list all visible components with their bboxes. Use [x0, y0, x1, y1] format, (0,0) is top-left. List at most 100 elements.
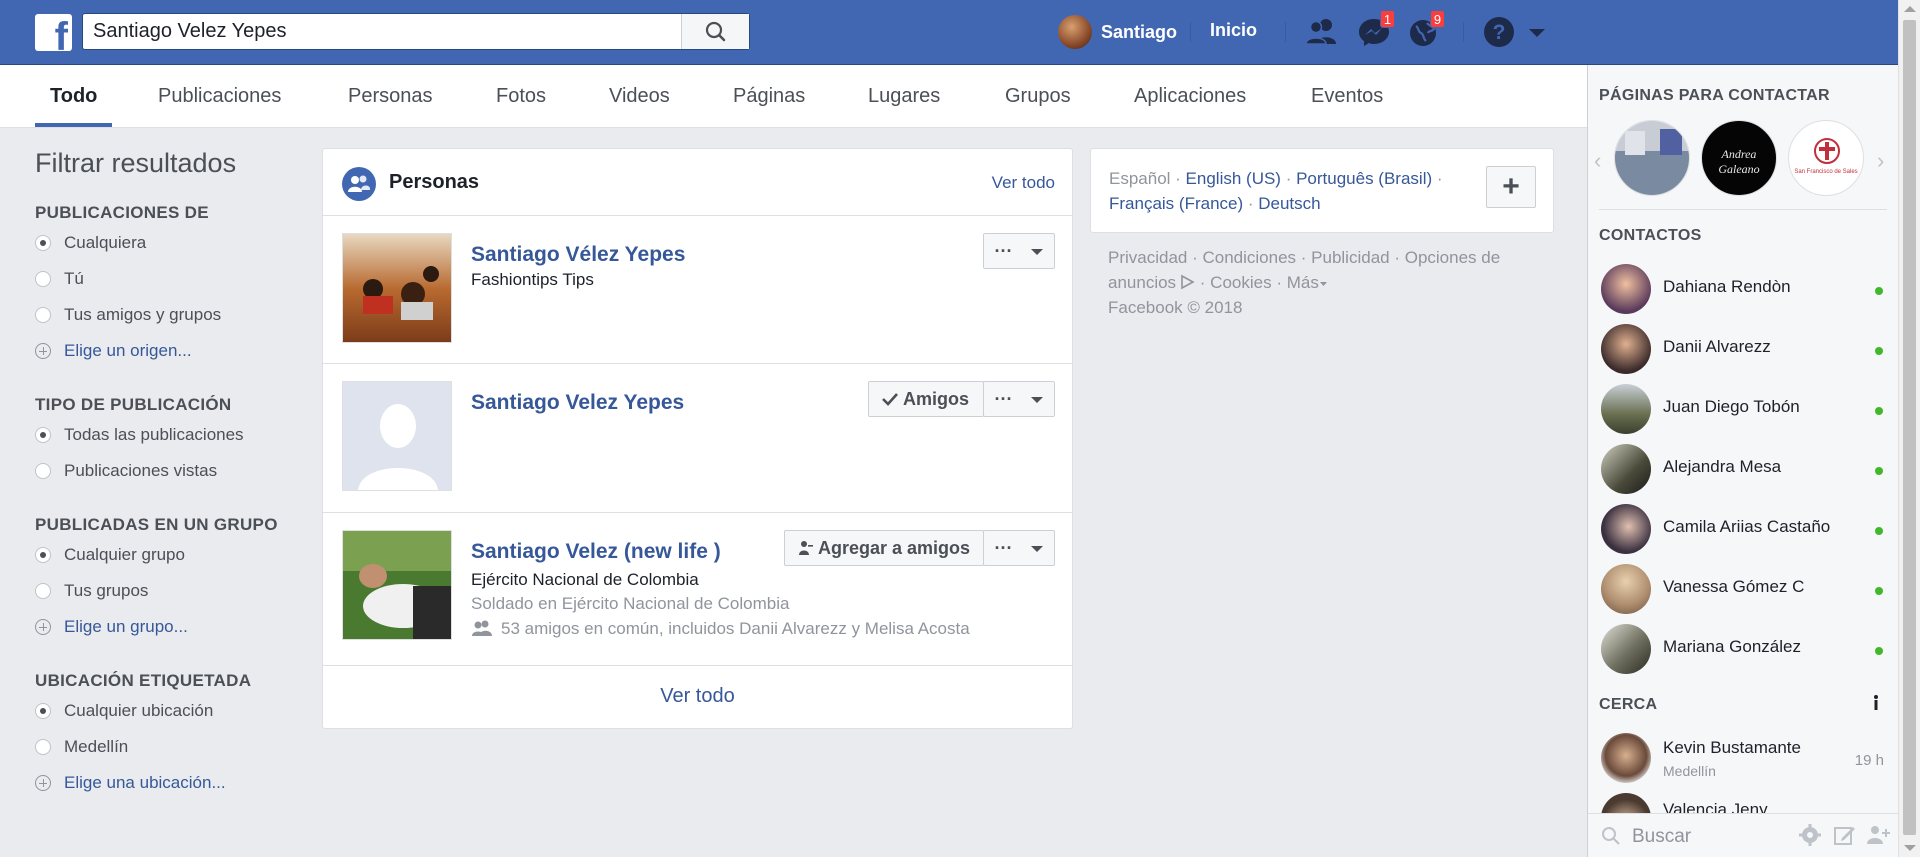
radio-selected[interactable] [35, 703, 51, 719]
contact-item[interactable]: Dahiana Rendòn [1588, 259, 1898, 319]
mutual-friends-text: 53 amigos en común, incluidos Danii Alva… [501, 619, 970, 638]
person-photo[interactable] [342, 530, 452, 640]
contact-name: Mariana González [1663, 637, 1801, 656]
tab-grupos[interactable]: Grupos [990, 65, 1086, 127]
scroll-down-arrow[interactable] [1904, 845, 1916, 851]
filter-option[interactable]: Medellín [35, 729, 305, 765]
filter-option[interactable]: Publicaciones vistas [35, 453, 305, 489]
radio-selected[interactable] [35, 427, 51, 443]
tab-fotos[interactable]: Fotos [481, 65, 561, 127]
scroll-thumb[interactable] [1903, 20, 1916, 835]
info-icon[interactable] [1871, 694, 1881, 712]
page-scrollbar[interactable] [1898, 0, 1920, 857]
friends-button[interactable]: Amigos [868, 381, 984, 417]
user-name: Santiago [1101, 21, 1178, 42]
notifications-globe-icon[interactable]: 9 [1405, 10, 1445, 50]
filter-option[interactable]: Cualquier ubicación [35, 693, 305, 729]
person-photo[interactable] [342, 233, 452, 343]
see-all-link[interactable]: Ver todo [992, 173, 1055, 193]
radio[interactable] [35, 463, 51, 479]
person-name-link[interactable]: Santiago Velez Yepes [471, 391, 684, 415]
radio[interactable] [35, 583, 51, 599]
page-circle[interactable]: Andrea Galeano [1701, 120, 1777, 196]
default-profile-photo[interactable] [342, 381, 452, 491]
person-name-link[interactable]: Santiago Velez (new life ) [471, 540, 721, 564]
new-message-icon[interactable] [1833, 823, 1857, 847]
more-dots-icon: ··· [994, 241, 1013, 261]
footer-link[interactable]: Cookies [1210, 273, 1271, 292]
footer-link[interactable]: Privacidad [1108, 248, 1187, 267]
add-people-icon[interactable] [1866, 823, 1892, 847]
more-options-button[interactable]: ··· [983, 381, 1055, 417]
home-link[interactable]: Inicio [1210, 20, 1257, 41]
copyright: Facebook © 2018 [1108, 298, 1243, 317]
online-status-dot [1875, 647, 1883, 655]
footer-link[interactable]: Condiciones [1202, 248, 1296, 267]
nearby-contact-item[interactable]: Valencia Jeny [1588, 788, 1898, 813]
add-language-button[interactable]: + [1486, 166, 1536, 208]
tab-aplicaciones[interactable]: Aplicaciones [1119, 65, 1261, 127]
search-icon [705, 21, 726, 42]
divider [1599, 209, 1887, 210]
chevron-down-icon [1030, 546, 1043, 552]
chevron-right-icon[interactable]: › [1877, 148, 1884, 174]
nearby-contact-item[interactable]: Kevin Bustamante Medellín 19 h [1588, 728, 1898, 788]
chevron-down-icon [1030, 397, 1043, 403]
page-circle[interactable]: San Francisco de Sales [1788, 120, 1864, 196]
radio[interactable] [35, 271, 51, 287]
language-link[interactable]: English (US) [1186, 169, 1281, 188]
language-link[interactable]: Français (France) [1109, 194, 1243, 213]
contact-item[interactable]: Mariana González [1588, 619, 1898, 679]
person-name-link[interactable]: Santiago Vélez Yepes [471, 243, 685, 267]
person-subtitle: Fashiontips Tips [471, 270, 594, 289]
profile-link[interactable]: Santiago [1058, 14, 1177, 50]
search-button[interactable] [681, 14, 749, 49]
contact-item[interactable]: Alejandra Mesa [1588, 439, 1898, 499]
radio[interactable] [35, 307, 51, 323]
account-menu-chevron-down-icon[interactable] [1525, 14, 1549, 50]
tab-publicaciones[interactable]: Publicaciones [143, 65, 296, 127]
filter-option[interactable]: Todas las publicaciones [35, 417, 305, 453]
filter-option[interactable]: Cualquiera [35, 225, 305, 261]
contact-item[interactable]: Danii Alvarezz [1588, 319, 1898, 379]
filter-option[interactable]: Tus amigos y grupos [35, 297, 305, 333]
choose-group-link[interactable]: Elige un grupo... [35, 609, 305, 645]
friend-requests-icon[interactable] [1303, 14, 1341, 50]
footer-link[interactable]: Publicidad [1311, 248, 1389, 267]
tab-lugares[interactable]: Lugares [853, 65, 955, 127]
page-circle[interactable] [1614, 120, 1690, 196]
add-friend-button[interactable]: Agregar a amigos [784, 530, 984, 566]
last-active-time: 19 h [1854, 752, 1884, 769]
filter-option[interactable]: Tú [35, 261, 305, 297]
footer-link[interactable]: Más [1287, 273, 1319, 292]
tab-personas[interactable]: Personas [333, 65, 448, 127]
radio-selected[interactable] [35, 235, 51, 251]
tab-eventos[interactable]: Eventos [1296, 65, 1398, 127]
tab-paginas[interactable]: Páginas [718, 65, 820, 127]
more-options-button[interactable]: ··· [983, 530, 1055, 566]
see-all-bottom-link[interactable]: Ver todo [323, 665, 1072, 728]
choose-location-link[interactable]: Elige una ubicación... [35, 765, 305, 801]
tab-videos[interactable]: Videos [594, 65, 685, 127]
more-options-button[interactable]: ··· [983, 233, 1055, 269]
search-input[interactable] [83, 14, 703, 49]
contact-item[interactable]: Vanessa Gómez C [1588, 559, 1898, 619]
contact-item[interactable]: Juan Diego Tobón [1588, 379, 1898, 439]
choose-source-link[interactable]: Elige un origen... [35, 333, 305, 369]
filter-option[interactable]: Cualquier grupo [35, 537, 305, 573]
messages-icon[interactable]: 1 [1355, 10, 1395, 50]
help-icon[interactable]: ? [1480, 14, 1518, 50]
chat-search-input[interactable] [1630, 822, 1794, 852]
language-link[interactable]: Português (Brasil) [1296, 169, 1432, 188]
radio[interactable] [35, 739, 51, 755]
contact-item[interactable]: Camila Ariias Castaño [1588, 499, 1898, 559]
facebook-logo-icon[interactable]: f [35, 14, 72, 51]
tab-todo[interactable]: Todo [35, 65, 113, 127]
chevron-left-icon[interactable]: ‹ [1594, 148, 1601, 174]
scroll-up-arrow[interactable] [1904, 6, 1916, 12]
gear-icon[interactable] [1798, 823, 1822, 847]
language-link[interactable]: Deutsch [1258, 194, 1320, 213]
person-job: Soldado en Ejército Nacional de Colombia [471, 594, 790, 613]
radio-selected[interactable] [35, 547, 51, 563]
filter-option[interactable]: Tus grupos [35, 573, 305, 609]
